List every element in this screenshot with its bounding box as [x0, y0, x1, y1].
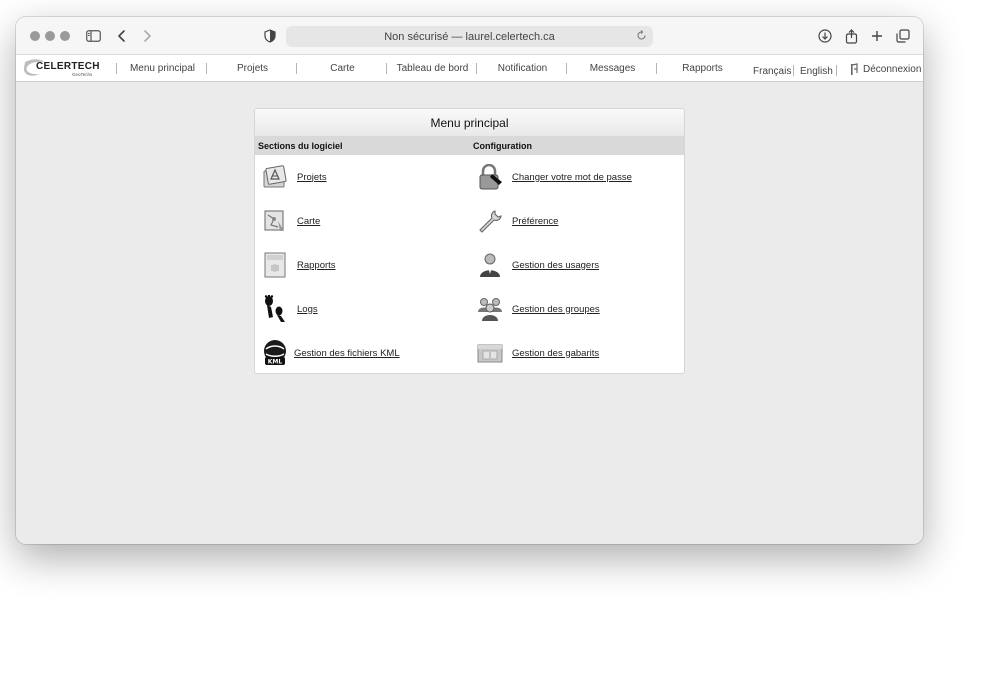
menu-item-group-management[interactable]: Gestion des groupes	[476, 295, 600, 323]
user-icon	[476, 251, 504, 279]
nav-separator	[476, 63, 477, 74]
url-text: Non sécurisé — laurel.celertech.ca	[384, 30, 555, 43]
lock-icon	[476, 163, 504, 191]
configuration-heading: Configuration	[473, 141, 532, 151]
browser-window: Non sécurisé — laurel.celertech.ca CELER…	[16, 17, 923, 544]
nav-item-tableau-de-bord[interactable]: Tableau de bord	[392, 55, 473, 82]
address-bar[interactable]: Non sécurisé — laurel.celertech.ca	[286, 26, 653, 47]
celertech-logo[interactable]: CELERTECH GeoTechs	[22, 58, 102, 80]
reports-icon	[261, 251, 289, 279]
kml-icon: KML	[261, 339, 289, 367]
main-content: Menu principal Sections du logiciel Conf…	[16, 82, 923, 544]
menu-link-label[interactable]: Changer votre mot de passe	[512, 172, 632, 183]
map-icon	[261, 207, 289, 235]
menu-link-label[interactable]: Préférence	[512, 216, 558, 227]
menu-link-label[interactable]: Gestion des fichiers KML	[294, 348, 400, 359]
close-window-button[interactable]	[30, 31, 40, 41]
menu-item-preference[interactable]: Préférence	[476, 207, 558, 235]
forward-icon[interactable]	[137, 26, 157, 46]
nav-separator	[566, 63, 567, 74]
menu-item-rapports[interactable]: Rapports	[261, 251, 336, 279]
reload-icon[interactable]	[636, 30, 647, 44]
menu-item-change-password[interactable]: Changer votre mot de passe	[476, 163, 632, 191]
sections-header-row: Sections du logiciel Configuration	[255, 137, 684, 155]
browser-toolbar: Non sécurisé — laurel.celertech.ca	[16, 17, 923, 55]
software-sections-heading: Sections du logiciel	[258, 141, 343, 151]
nav-item-menu-principal[interactable]: Menu principal	[122, 55, 203, 82]
menu-item-carte[interactable]: Carte	[261, 207, 320, 235]
app-navbar: CELERTECH GeoTechs Menu principal Projet…	[16, 55, 923, 82]
projects-icon	[261, 163, 289, 191]
logo-subtitle: GeoTechs	[72, 72, 93, 77]
nav-item-notification[interactable]: Notification	[482, 55, 563, 82]
download-icon[interactable]	[815, 26, 835, 46]
language-french-link[interactable]: Français	[753, 66, 791, 77]
menu-link-label[interactable]: Gestion des usagers	[512, 260, 599, 271]
menu-link-label[interactable]: Projets	[297, 172, 327, 183]
group-icon	[476, 295, 504, 323]
logout-link[interactable]: Déconnexion	[848, 63, 921, 76]
logout-icon	[851, 63, 858, 75]
nav-separator	[116, 63, 117, 74]
nav-item-rapports[interactable]: Rapports	[662, 55, 743, 82]
menu-item-logs[interactable]: Logs	[261, 295, 318, 323]
logout-label: Déconnexion	[863, 64, 922, 75]
menu-link-label[interactable]: Gestion des groupes	[512, 304, 600, 315]
nav-item-messages[interactable]: Messages	[572, 55, 653, 82]
nav-separator	[206, 63, 207, 74]
share-icon[interactable]	[841, 26, 861, 46]
back-icon[interactable]	[112, 26, 132, 46]
tab-overview-icon[interactable]	[893, 26, 913, 46]
logo-name: CELERTECH	[36, 61, 100, 72]
menu-link-label[interactable]: Carte	[297, 216, 320, 227]
main-menu-panel: Menu principal Sections du logiciel Conf…	[254, 108, 685, 374]
menu-link-label[interactable]: Gestion des gabarits	[512, 348, 599, 359]
nav-separator	[836, 65, 837, 76]
svg-text:KML: KML	[268, 359, 283, 366]
template-icon	[476, 339, 504, 367]
menu-link-label[interactable]: Rapports	[297, 260, 336, 271]
nav-item-carte[interactable]: Carte	[302, 55, 383, 82]
privacy-shield-icon[interactable]	[260, 26, 280, 46]
menu-link-label[interactable]: Logs	[297, 304, 318, 315]
wrench-icon	[476, 207, 504, 235]
footprints-icon	[261, 295, 289, 323]
language-english-link[interactable]: English	[800, 66, 833, 77]
nav-separator	[296, 63, 297, 74]
zoom-window-button[interactable]	[60, 31, 70, 41]
menu-item-gestion-kml[interactable]: KML Gestion des fichiers KML	[261, 339, 400, 367]
sidebar-toggle-icon[interactable]	[83, 26, 103, 46]
nav-separator	[656, 63, 657, 74]
panel-title: Menu principal	[255, 109, 684, 137]
nav-separator	[793, 65, 794, 76]
nav-item-projets[interactable]: Projets	[212, 55, 293, 82]
menu-item-projets[interactable]: Projets	[261, 163, 327, 191]
nav-separator	[386, 63, 387, 74]
menu-item-template-management[interactable]: Gestion des gabarits	[476, 339, 599, 367]
minimize-window-button[interactable]	[45, 31, 55, 41]
menu-item-user-management[interactable]: Gestion des usagers	[476, 251, 599, 279]
new-tab-icon[interactable]	[867, 26, 887, 46]
